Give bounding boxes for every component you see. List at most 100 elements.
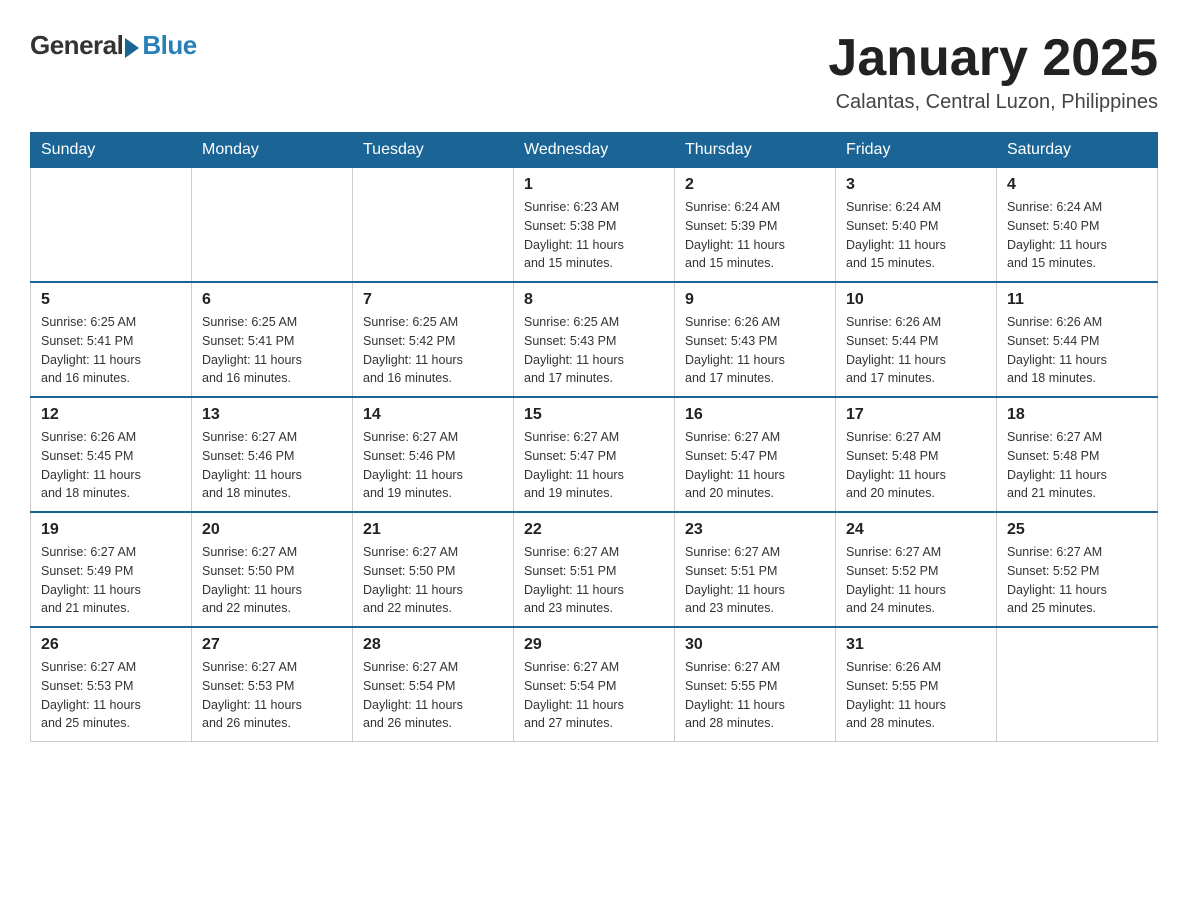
page-header: General Blue January 2025 Calantas, Cent… <box>30 30 1158 114</box>
calendar-cell: 3Sunrise: 6:24 AM Sunset: 5:40 PM Daylig… <box>836 168 997 283</box>
calendar-cell: 14 Sunrise: 6:27 AM Sunset: 5:46 PM Dayli… <box>353 397 514 512</box>
weekday-header-monday: Monday <box>192 133 353 168</box>
calendar-week-row: 19 Sunrise: 6:27 AM Sunset: 5:49 PM Dayli… <box>31 512 1158 627</box>
day-info: Sunrise: 6:27 AM Sunset: 5:47 PM Dayligh… <box>524 428 664 503</box>
day-info: Sunrise: 6:26 AM Sunset: 5:44 PM Dayligh… <box>846 313 986 388</box>
weekday-header-sunday: Sunday <box>31 133 192 168</box>
logo: General Blue <box>30 30 197 61</box>
calendar-header-row: SundayMondayTuesdayWednesdayThursdayFrid… <box>31 133 1158 168</box>
day-number: 24 <box>846 521 986 539</box>
weekday-header-friday: Friday <box>836 133 997 168</box>
day-number: 18 <box>1007 406 1147 424</box>
day-info: Sunrise: 6:27 AM Sunset: 5:49 PM Dayligh… <box>41 543 181 618</box>
day-number: 17 <box>846 406 986 424</box>
calendar-cell: 18 Sunrise: 6:27 AM Sunset: 5:48 PM Dayli… <box>997 397 1158 512</box>
day-number: 22 <box>524 521 664 539</box>
day-number: 1 <box>524 176 664 194</box>
calendar-cell: 7Sunrise: 6:25 AM Sunset: 5:42 PM Daylig… <box>353 282 514 397</box>
day-info: Sunrise: 6:24 AM Sunset: 5:40 PM Dayligh… <box>1007 198 1147 273</box>
calendar-cell: 17 Sunrise: 6:27 AM Sunset: 5:48 PM Dayli… <box>836 397 997 512</box>
calendar-cell <box>353 168 514 283</box>
day-info: Sunrise: 6:27 AM Sunset: 5:48 PM Dayligh… <box>1007 428 1147 503</box>
location-title: Calantas, Central Luzon, Philippines <box>828 91 1158 114</box>
day-info: Sunrise: 6:27 AM Sunset: 5:51 PM Dayligh… <box>685 543 825 618</box>
day-number: 13 <box>202 406 342 424</box>
calendar-cell: 28Sunrise: 6:27 AM Sunset: 5:54 PM Dayli… <box>353 627 514 742</box>
day-info: Sunrise: 6:27 AM Sunset: 5:53 PM Dayligh… <box>202 658 342 733</box>
calendar-cell: 13 Sunrise: 6:27 AM Sunset: 5:46 PM Dayli… <box>192 397 353 512</box>
calendar-cell: 29 Sunrise: 6:27 AM Sunset: 5:54 PM Dayli… <box>514 627 675 742</box>
day-info: Sunrise: 6:26 AM Sunset: 5:43 PM Dayligh… <box>685 313 825 388</box>
day-info: Sunrise: 6:25 AM Sunset: 5:41 PM Dayligh… <box>202 313 342 388</box>
day-number: 9 <box>685 291 825 309</box>
weekday-header-saturday: Saturday <box>997 133 1158 168</box>
calendar-cell: 15 Sunrise: 6:27 AM Sunset: 5:47 PM Dayli… <box>514 397 675 512</box>
calendar-cell: 23 Sunrise: 6:27 AM Sunset: 5:51 PM Dayli… <box>675 512 836 627</box>
calendar-cell: 2 Sunrise: 6:24 AM Sunset: 5:39 PM Daylig… <box>675 168 836 283</box>
day-info: Sunrise: 6:27 AM Sunset: 5:52 PM Dayligh… <box>846 543 986 618</box>
calendar-cell: 31 Sunrise: 6:26 AM Sunset: 5:55 PM Dayli… <box>836 627 997 742</box>
day-number: 28 <box>363 636 503 654</box>
day-info: Sunrise: 6:27 AM Sunset: 5:55 PM Dayligh… <box>685 658 825 733</box>
calendar-cell: 6 Sunrise: 6:25 AM Sunset: 5:41 PM Daylig… <box>192 282 353 397</box>
day-number: 31 <box>846 636 986 654</box>
calendar-cell: 24 Sunrise: 6:27 AM Sunset: 5:52 PM Dayli… <box>836 512 997 627</box>
weekday-header-wednesday: Wednesday <box>514 133 675 168</box>
day-number: 6 <box>202 291 342 309</box>
calendar-cell: 9 Sunrise: 6:26 AM Sunset: 5:43 PM Daylig… <box>675 282 836 397</box>
day-number: 3 <box>846 176 986 194</box>
day-number: 8 <box>524 291 664 309</box>
day-info: Sunrise: 6:25 AM Sunset: 5:43 PM Dayligh… <box>524 313 664 388</box>
calendar-cell: 11Sunrise: 6:26 AM Sunset: 5:44 PM Dayli… <box>997 282 1158 397</box>
weekday-header-thursday: Thursday <box>675 133 836 168</box>
day-info: Sunrise: 6:27 AM Sunset: 5:51 PM Dayligh… <box>524 543 664 618</box>
day-info: Sunrise: 6:27 AM Sunset: 5:48 PM Dayligh… <box>846 428 986 503</box>
logo-arrow-icon <box>125 38 139 58</box>
logo-blue-text: Blue <box>142 30 196 61</box>
calendar-cell: 21Sunrise: 6:27 AM Sunset: 5:50 PM Dayli… <box>353 512 514 627</box>
calendar-cell: 12 Sunrise: 6:26 AM Sunset: 5:45 PM Dayli… <box>31 397 192 512</box>
month-title: January 2025 <box>828 30 1158 87</box>
calendar-cell: 4 Sunrise: 6:24 AM Sunset: 5:40 PM Daylig… <box>997 168 1158 283</box>
day-number: 12 <box>41 406 181 424</box>
day-number: 15 <box>524 406 664 424</box>
day-number: 29 <box>524 636 664 654</box>
day-info: Sunrise: 6:24 AM Sunset: 5:39 PM Dayligh… <box>685 198 825 273</box>
day-number: 20 <box>202 521 342 539</box>
day-info: Sunrise: 6:27 AM Sunset: 5:46 PM Dayligh… <box>363 428 503 503</box>
calendar-week-row: 12 Sunrise: 6:26 AM Sunset: 5:45 PM Dayli… <box>31 397 1158 512</box>
day-info: Sunrise: 6:26 AM Sunset: 5:44 PM Dayligh… <box>1007 313 1147 388</box>
calendar-cell: 26Sunrise: 6:27 AM Sunset: 5:53 PM Dayli… <box>31 627 192 742</box>
day-info: Sunrise: 6:27 AM Sunset: 5:54 PM Dayligh… <box>524 658 664 733</box>
day-info: Sunrise: 6:26 AM Sunset: 5:55 PM Dayligh… <box>846 658 986 733</box>
calendar-cell: 8 Sunrise: 6:25 AM Sunset: 5:43 PM Daylig… <box>514 282 675 397</box>
day-number: 19 <box>41 521 181 539</box>
day-number: 30 <box>685 636 825 654</box>
day-number: 16 <box>685 406 825 424</box>
day-info: Sunrise: 6:27 AM Sunset: 5:53 PM Dayligh… <box>41 658 181 733</box>
calendar-cell <box>997 627 1158 742</box>
day-info: Sunrise: 6:25 AM Sunset: 5:42 PM Dayligh… <box>363 313 503 388</box>
day-number: 5 <box>41 291 181 309</box>
day-number: 23 <box>685 521 825 539</box>
day-number: 2 <box>685 176 825 194</box>
day-number: 21 <box>363 521 503 539</box>
day-info: Sunrise: 6:27 AM Sunset: 5:50 PM Dayligh… <box>202 543 342 618</box>
day-info: Sunrise: 6:27 AM Sunset: 5:46 PM Dayligh… <box>202 428 342 503</box>
calendar-cell: 25Sunrise: 6:27 AM Sunset: 5:52 PM Dayli… <box>997 512 1158 627</box>
logo-general-text: General <box>30 30 123 61</box>
calendar-cell: 22 Sunrise: 6:27 AM Sunset: 5:51 PM Dayli… <box>514 512 675 627</box>
day-info: Sunrise: 6:27 AM Sunset: 5:47 PM Dayligh… <box>685 428 825 503</box>
calendar-cell: 30 Sunrise: 6:27 AM Sunset: 5:55 PM Dayli… <box>675 627 836 742</box>
day-number: 14 <box>363 406 503 424</box>
day-number: 4 <box>1007 176 1147 194</box>
calendar-week-row: 1 Sunrise: 6:23 AM Sunset: 5:38 PM Daylig… <box>31 168 1158 283</box>
day-info: Sunrise: 6:23 AM Sunset: 5:38 PM Dayligh… <box>524 198 664 273</box>
day-info: Sunrise: 6:27 AM Sunset: 5:52 PM Dayligh… <box>1007 543 1147 618</box>
calendar-cell: 19 Sunrise: 6:27 AM Sunset: 5:49 PM Dayli… <box>31 512 192 627</box>
day-info: Sunrise: 6:26 AM Sunset: 5:45 PM Dayligh… <box>41 428 181 503</box>
calendar-cell: 1 Sunrise: 6:23 AM Sunset: 5:38 PM Daylig… <box>514 168 675 283</box>
calendar-cell: 16 Sunrise: 6:27 AM Sunset: 5:47 PM Dayli… <box>675 397 836 512</box>
calendar-cell: 10Sunrise: 6:26 AM Sunset: 5:44 PM Dayli… <box>836 282 997 397</box>
calendar-cell: 20 Sunrise: 6:27 AM Sunset: 5:50 PM Dayli… <box>192 512 353 627</box>
